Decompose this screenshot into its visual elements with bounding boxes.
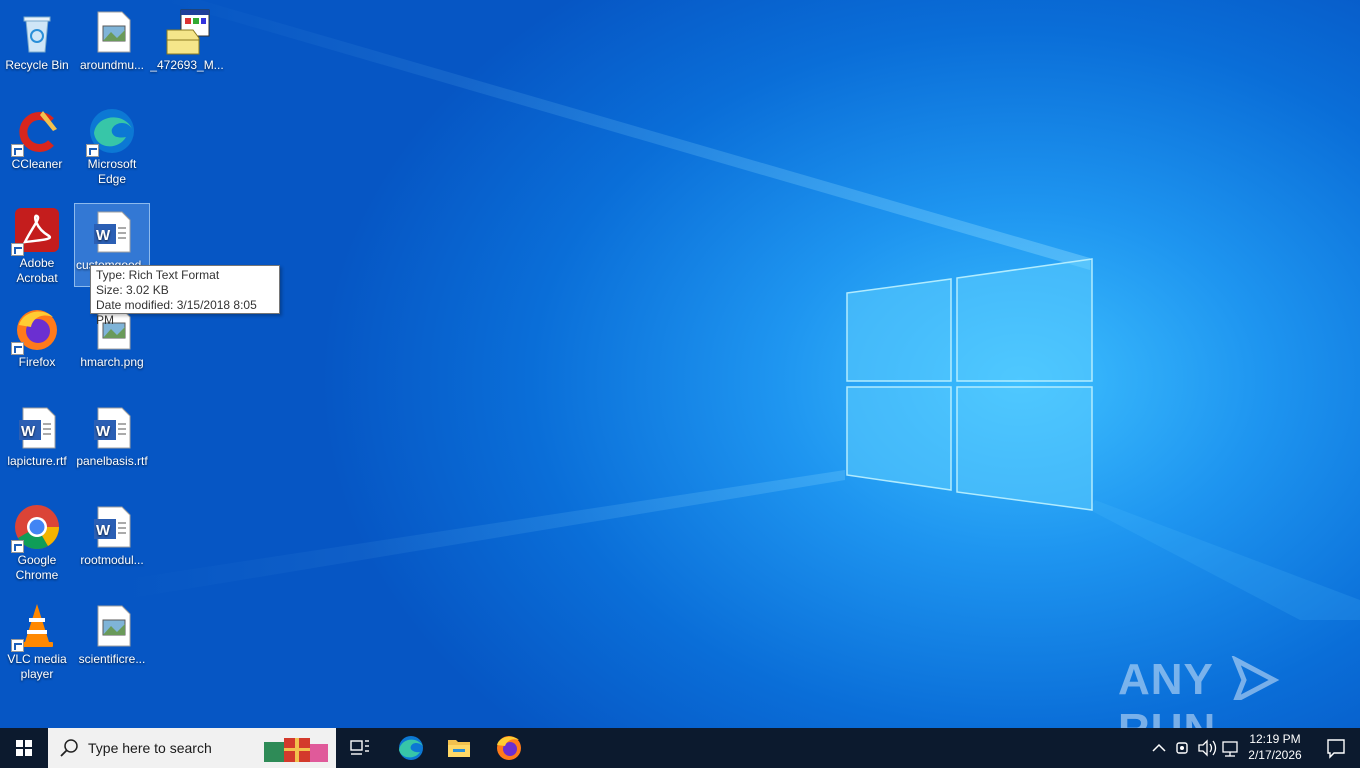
shortcut-arrow-icon [11, 144, 24, 157]
clock-time: 12:19 PM [1249, 732, 1301, 746]
volume-icon[interactable] [1198, 739, 1217, 757]
shortcut-arrow-icon [11, 243, 24, 256]
taskbar-file-explorer-button[interactable] [435, 728, 483, 768]
desktop-icon-aroundmu[interactable]: aroundmu... [75, 4, 149, 96]
desktop-icon-firefox[interactable]: Firefox [0, 301, 74, 393]
desktop-icon-vlc[interactable]: VLC media player [0, 598, 74, 690]
icon-label: Adobe Acrobat [16, 256, 58, 285]
svg-text:W: W [96, 423, 111, 440]
anyrun-watermark: ANY RUN [1118, 654, 1360, 728]
search-placeholder: Type here to search [88, 740, 212, 756]
image-file-icon [88, 8, 136, 56]
start-button[interactable] [0, 728, 48, 768]
icon-label: aroundmu... [79, 58, 145, 72]
tooltip-date-modified: Date modified: 3/15/2018 8:05 PM [96, 298, 257, 327]
desktop-icon-rootmodul[interactable]: W rootmodul... [75, 499, 149, 591]
installer-icon [163, 8, 211, 56]
wallpaper-beams [120, 0, 1360, 620]
icon-label: Google Chrome [15, 553, 59, 582]
notification-icon [1327, 739, 1345, 759]
image-file-icon [88, 602, 136, 650]
recycle-bin-icon [13, 8, 61, 56]
tooltip-type: Type: Rich Text Format [96, 268, 220, 282]
svg-text:W: W [21, 423, 36, 440]
desktop[interactable]: Recycle Bin CCleaner Adobe Acrobat Firef… [0, 0, 1360, 728]
system-tray [1152, 739, 1238, 757]
svg-text:W: W [96, 522, 111, 539]
shortcut-arrow-icon [11, 540, 24, 553]
search-icon [60, 739, 78, 757]
acrobat-icon [11, 206, 61, 256]
chevron-up-icon[interactable] [1152, 743, 1166, 752]
desktop-icon-adobe-acrobat[interactable]: Adobe Acrobat [0, 202, 74, 294]
word-document-icon: W [13, 404, 61, 452]
file-explorer-icon [448, 740, 470, 757]
icon-label: Microsoft Edge [87, 157, 137, 186]
icon-label: scientificre... [78, 652, 146, 666]
ccleaner-icon [11, 107, 61, 157]
shortcut-arrow-icon [11, 342, 24, 355]
desktop-icon-microsoft-edge[interactable]: Microsoft Edge [75, 103, 149, 195]
meet-now-icon[interactable] [1176, 742, 1188, 754]
shortcut-arrow-icon [11, 639, 24, 652]
icon-label: CCleaner [11, 157, 63, 171]
shortcut-arrow-icon [86, 144, 99, 157]
taskbar-search-box[interactable]: Type here to search [48, 728, 336, 768]
svg-text:W: W [96, 227, 111, 244]
desktop-icon-google-chrome[interactable]: Google Chrome [0, 499, 74, 591]
gifts-promo-icon[interactable] [262, 732, 332, 764]
clock-date: 2/17/2026 [1248, 748, 1302, 762]
tooltip-size: Size: 3.02 KB [96, 283, 169, 297]
watermark-right-text: RUN [1118, 705, 1216, 728]
edge-icon [86, 107, 136, 157]
task-view-icon [350, 740, 369, 755]
windows-logo-wallpaper [846, 258, 1093, 511]
windows-start-icon [16, 740, 32, 756]
taskbar: Type here to search 12:19 PM 2/17/2026 [0, 728, 1360, 768]
taskbar-firefox-button[interactable] [485, 728, 533, 768]
desktop-icon-scientificre[interactable]: scientificre... [75, 598, 149, 690]
firefox-icon [497, 736, 521, 760]
icon-label: panelbasis.rtf [76, 454, 148, 468]
word-document-icon: W [88, 208, 136, 256]
action-center-button[interactable] [1312, 728, 1360, 768]
desktop-icon-panelbasis-rtf[interactable]: W panelbasis.rtf [75, 400, 149, 492]
firefox-icon [11, 305, 61, 355]
file-info-tooltip: Type: Rich Text Format Size: 3.02 KB Dat… [90, 265, 280, 327]
desktop-icon-recycle-bin[interactable]: Recycle Bin [0, 4, 74, 96]
icon-label: _472693_M... [150, 58, 224, 72]
word-document-icon: W [88, 404, 136, 452]
icon-label: hmarch.png [80, 355, 144, 369]
desktop-icon-ccleaner[interactable]: CCleaner [0, 103, 74, 195]
icon-label: VLC media player [7, 652, 67, 681]
taskbar-clock[interactable]: 12:19 PM 2/17/2026 [1240, 731, 1310, 763]
taskbar-edge-button[interactable] [387, 728, 435, 768]
edge-icon [399, 736, 423, 760]
desktop-icon-lapicture-rtf[interactable]: W lapicture.rtf [0, 400, 74, 492]
icon-label: rootmodul... [80, 553, 144, 567]
desktop-icon-472693-m[interactable]: _472693_M... [150, 4, 224, 96]
word-document-icon: W [88, 503, 136, 551]
chrome-icon [11, 503, 61, 553]
task-view-button[interactable] [336, 728, 384, 768]
icon-label: Firefox [18, 355, 56, 369]
watermark-left-text: ANY [1118, 655, 1214, 704]
icon-label: Recycle Bin [5, 58, 69, 72]
network-icon[interactable] [1222, 741, 1238, 757]
icon-label: lapicture.rtf [7, 454, 67, 468]
play-logo-icon [1226, 654, 1286, 706]
vlc-icon [11, 602, 61, 652]
